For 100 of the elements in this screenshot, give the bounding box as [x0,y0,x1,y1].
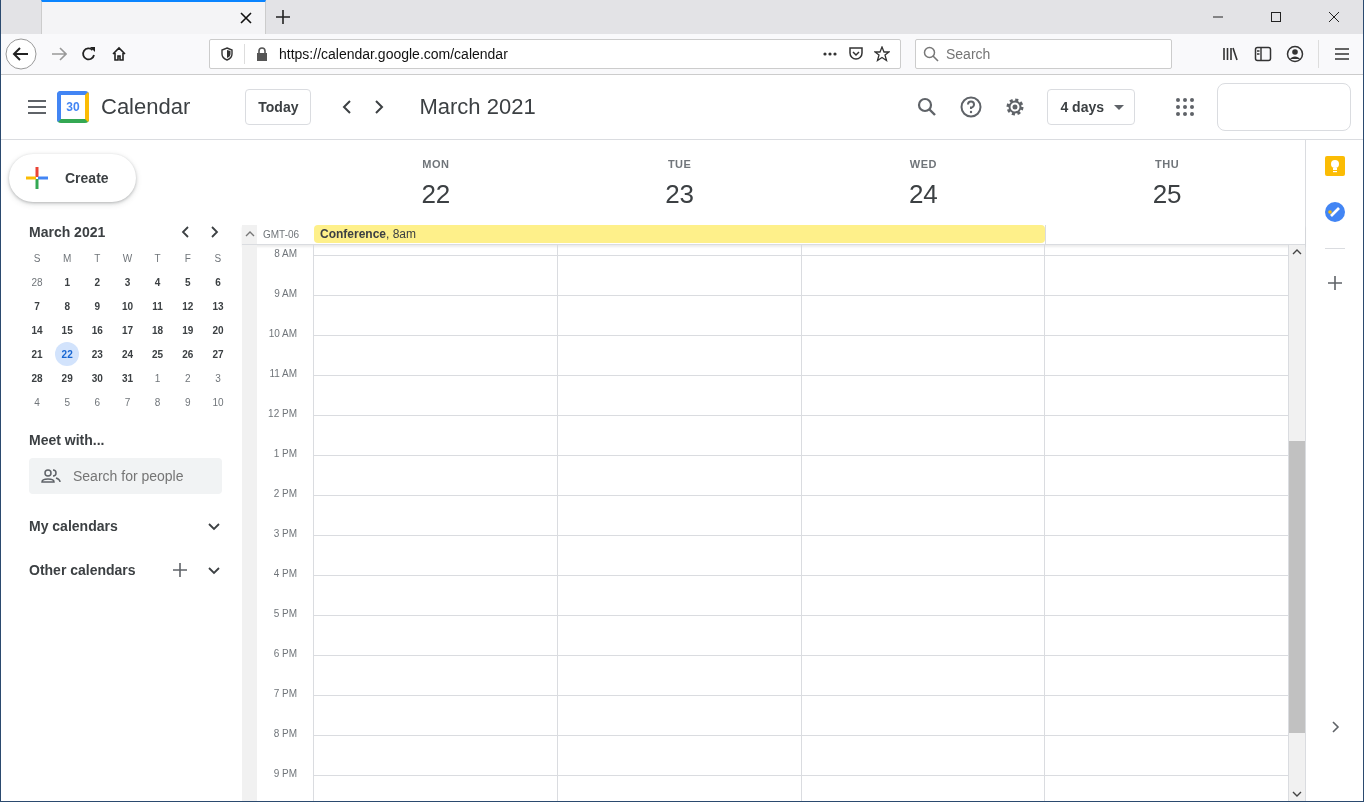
date-cell[interactable]: 2 [175,366,200,390]
date-cell[interactable]: 2 [85,270,110,294]
home-icon[interactable] [111,46,127,62]
time-label: 6 PM [272,648,298,661]
date-cell[interactable]: 29 [55,366,80,390]
date-cell[interactable]: 3 [205,366,230,390]
date-cell[interactable]: 25 [145,342,170,366]
collapse-icon[interactable] [244,231,255,237]
date-cell[interactable]: 5 [175,270,200,294]
reload-icon[interactable] [81,46,97,62]
date-number[interactable]: 24 [908,179,938,210]
time-label: 8 AM [273,248,298,261]
time-label: 11 AM [268,368,298,381]
help-icon[interactable] [959,95,984,119]
date-cell[interactable]: 19 [175,318,200,342]
star-icon[interactable] [874,46,890,62]
time-label: 9 AM [273,288,298,301]
apps-icon[interactable] [1173,95,1197,119]
time-label: 1 PM [272,448,298,461]
time-label: 8 PM [272,728,298,741]
forward-icon[interactable] [51,46,67,62]
timezone-label: GMT-06 [262,228,301,242]
date-cell[interactable]: 1 [55,270,80,294]
date-cell[interactable]: 17 [115,318,140,342]
shield-icon[interactable] [220,47,234,61]
people-search-field[interactable]: Search for people [29,458,222,494]
scroll-up-icon[interactable] [1292,249,1302,255]
account-icon[interactable] [1286,45,1304,63]
date-cell[interactable]: 22 [55,342,80,366]
create-button[interactable]: Create [9,154,136,202]
weekday-label: T [93,251,102,266]
add-icon[interactable] [172,562,188,578]
date-cell[interactable]: 26 [175,342,200,366]
date-cell[interactable]: 28 [25,366,49,390]
library-icon[interactable] [1222,45,1240,63]
date-cell[interactable]: 31 [115,366,140,390]
date-cell[interactable]: 15 [55,318,80,342]
view-dropdown[interactable]: 4 days [1047,89,1135,125]
today-button[interactable]: Today [245,89,312,125]
date-cell[interactable]: 9 [175,390,200,414]
checkmark-icon[interactable] [1324,202,1345,222]
date-cell[interactable]: 8 [145,390,170,414]
weekday-label: W [121,251,134,266]
date-cell[interactable]: 1 [145,366,170,390]
date-cell[interactable]: 27 [205,342,230,366]
date-cell[interactable]: 4 [25,390,49,414]
date-cell[interactable]: 6 [85,390,110,414]
date-cell[interactable]: 7 [115,390,140,414]
scrollbar-thumb[interactable] [1289,441,1305,733]
section-title: Meet with... [29,432,106,448]
date-cell[interactable]: 10 [205,390,230,414]
date-cell[interactable]: 3 [115,270,140,294]
month-title: March 2021 [29,224,107,240]
scroll-down-icon[interactable] [1292,791,1302,797]
scrollbar[interactable] [1289,245,1305,801]
close-icon[interactable] [1328,11,1340,23]
date-cell[interactable]: 5 [55,390,80,414]
date-cell[interactable]: 23 [85,342,110,366]
new-tab-icon[interactable] [276,10,290,24]
time-label: 9 PM [272,768,298,781]
weekday-label: S [213,251,223,266]
date-cell[interactable]: 8 [55,294,80,318]
section-title[interactable]: Other calendars [29,562,154,578]
date-number[interactable]: 22 [421,179,451,210]
add-icon[interactable] [1326,275,1343,291]
menu-icon[interactable] [1333,45,1351,63]
date-cell[interactable]: 28 [25,270,49,294]
date-number[interactable]: 23 [665,179,695,210]
address-bar[interactable]: https://calendar.google.com/calendar [209,39,901,69]
date-cell[interactable]: 20 [205,318,230,342]
date-cell[interactable]: 9 [85,294,110,318]
date-cell[interactable]: 24 [115,342,140,366]
close-icon[interactable] [239,11,253,25]
date-cell[interactable]: 18 [145,318,170,342]
date-cell[interactable]: 14 [25,318,49,342]
date-cell[interactable]: 10 [115,294,140,318]
sidebar-icon[interactable] [1254,45,1272,63]
maximize-icon[interactable] [1270,11,1282,23]
event-title[interactable]: Conference, 8am [314,225,423,243]
period-title: March 2021 [419,94,536,120]
search-field[interactable]: Search [915,39,1172,69]
date-cell[interactable]: 13 [205,294,230,318]
date-cell[interactable]: 30 [85,366,110,390]
date-cell[interactable]: 21 [25,342,49,366]
back-icon[interactable] [5,38,37,70]
pocket-icon[interactable] [848,46,864,62]
date-cell[interactable]: 7 [25,294,49,318]
date-cell[interactable]: 16 [85,318,110,342]
section-title[interactable]: My calendars [29,518,188,534]
time-label: 7 PM [272,688,298,701]
date-cell[interactable]: 11 [145,294,170,318]
app-title: Calendar [101,94,191,120]
date-number[interactable]: 25 [1152,179,1182,210]
date-cell[interactable]: 6 [205,270,230,294]
date-cell[interactable]: 4 [145,270,170,294]
lock-icon [255,47,269,61]
time-label: 10 AM [267,328,298,341]
date-cell[interactable]: 12 [175,294,200,318]
event-band[interactable] [314,225,558,243]
time-label: 3 PM [272,528,298,541]
